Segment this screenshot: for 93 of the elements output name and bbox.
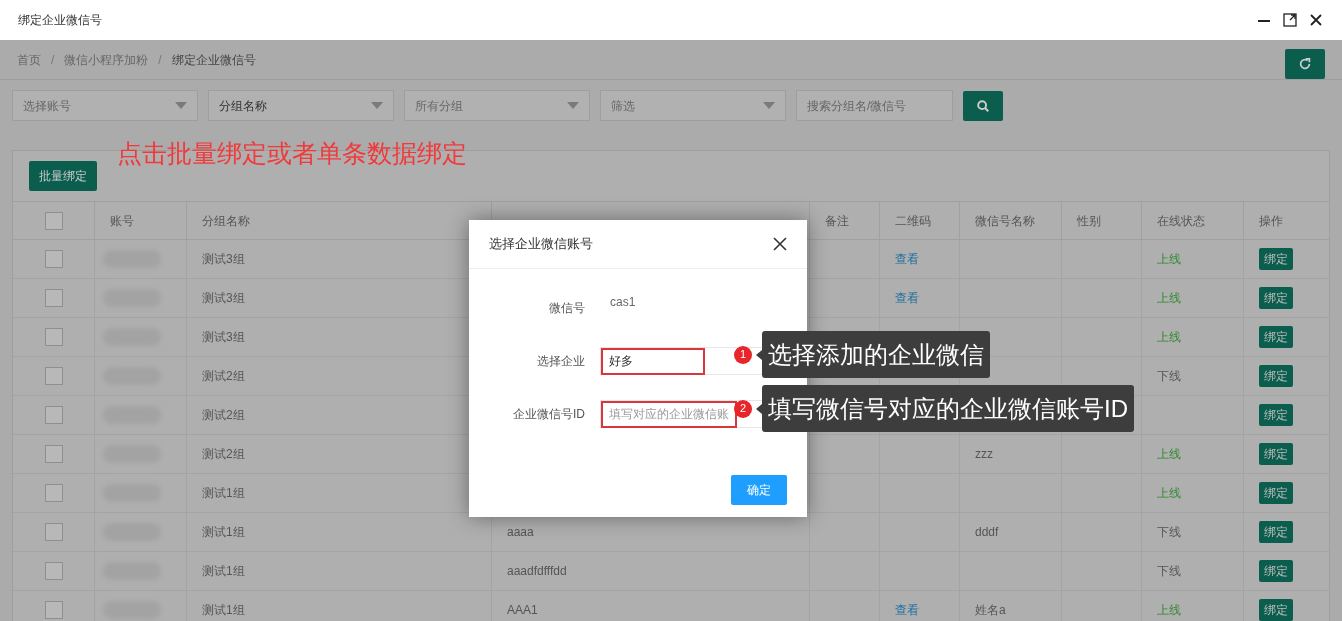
dropdown-caret-icon [763,101,775,110]
confirm-button[interactable]: 确定 [731,475,787,505]
filter-dropdown[interactable]: 筛选 [600,90,786,121]
bind-button[interactable]: 绑定 [1259,326,1293,348]
status-text: 上线 [1157,251,1181,268]
table-cell-text: 测试1组 [202,602,245,619]
bind-button[interactable]: 绑定 [1259,443,1293,465]
bind-button[interactable]: 绑定 [1259,365,1293,387]
checkbox[interactable] [44,562,63,580]
checkbox[interactable] [44,445,63,463]
pointer-icon [756,403,762,414]
instruction-annotation: 点击批量绑定或者单条数据绑定 [117,138,467,169]
column-header: 二维码 [895,212,931,230]
column-header: 操作 [1259,212,1283,230]
dropdown-caret-icon [567,101,579,110]
close-icon[interactable] [1308,12,1324,28]
view-link[interactable]: 查看 [895,289,919,307]
bind-button[interactable]: 绑定 [1259,248,1293,270]
table-cell-text: dddf [975,524,999,541]
dropdown-caret-icon [371,101,383,110]
filter-dropdown[interactable]: 所有分组 [404,90,590,121]
view-link[interactable]: 查看 [895,250,919,268]
filter-dropdown[interactable]: 选择账号 [12,90,198,121]
filter-dropdown[interactable]: 分组名称 [208,90,394,121]
search-icon [976,98,990,113]
pointer-icon [756,349,762,360]
search-button[interactable] [963,90,1003,121]
bind-button[interactable]: 绑定 [1259,599,1293,621]
close-icon[interactable] [773,237,787,251]
field-label: 微信号 [548,300,585,317]
breadcrumb-link[interactable]: 首页 [17,50,41,69]
maximize-icon[interactable] [1282,12,1298,28]
table-cell-text: 测试3组 [202,251,245,268]
column-header: 性别 [1077,212,1101,230]
checkbox[interactable] [44,601,63,619]
dropdown-caret-icon [175,101,187,110]
table-cell-text: 测试3组 [202,290,245,307]
bind-button[interactable]: 绑定 [1259,482,1293,504]
table-cell-text: 测试3组 [202,329,245,346]
checkbox[interactable] [44,289,63,307]
status-text: 下线 [1157,368,1181,385]
field-label: 企业微信号ID [512,406,585,423]
bind-button[interactable]: 绑定 [1259,404,1293,426]
checkbox[interactable] [44,406,63,424]
column-header: 微信号名称 [975,212,1035,230]
status-text: 下线 [1157,563,1181,580]
status-text: 上线 [1157,602,1181,619]
checkbox[interactable] [44,250,63,268]
search-field[interactable]: 搜索分组名/微信号 [796,90,953,121]
checkbox[interactable] [44,211,63,230]
column-header: 在线状态 [1157,212,1205,230]
breadcrumb-link[interactable]: 绑定企业微信号 [171,50,256,69]
bind-button[interactable]: 绑定 [1259,521,1293,543]
view-link[interactable]: 查看 [895,601,919,619]
breadcrumb-link[interactable]: 微信小程序加粉 [64,50,149,69]
checkbox[interactable] [44,523,63,541]
table-cell-text: aaadfdfffdd [507,563,567,580]
status-text: 上线 [1157,290,1181,307]
table-cell-text: AAA1 [507,602,538,619]
table-cell-text: zzz [975,446,993,463]
status-text: 上线 [1157,329,1181,346]
table-cell-text: 测试2组 [202,446,245,463]
checkbox[interactable] [44,484,63,502]
table-cell-text: 姓名a [975,602,1006,619]
input-field[interactable]: 填写对应的企业微信账 [601,400,737,428]
refresh-button[interactable] [1285,48,1325,79]
callout-label: 选择添加的企业微信 [762,331,990,378]
checkbox[interactable] [44,367,63,385]
status-text: 上线 [1157,485,1181,502]
table-cell-text: 测试2组 [202,407,245,424]
field-label: 选择企业 [536,353,585,370]
table-cell-text: aaaa [507,524,534,541]
breadcrumb-separator: / [158,51,162,69]
column-header: 备注 [825,212,849,230]
refresh-icon [1298,56,1312,71]
field-value: cas1 [610,294,636,311]
bind-button[interactable]: 绑定 [1259,287,1293,309]
status-text: 下线 [1157,524,1181,541]
checkbox[interactable] [44,328,63,346]
table-cell-text: 测试1组 [202,485,245,502]
bind-button[interactable]: 绑定 [1259,560,1293,582]
callout-label: 填写微信号对应的企业微信账号ID [762,385,1134,432]
status-text: 上线 [1157,446,1181,463]
table-cell-text: 测试2组 [202,368,245,385]
dialog-title: 选择企业微信账号 [489,235,593,254]
input-field[interactable]: 好多 [601,347,705,375]
window-title: 绑定企业微信号 [18,12,102,29]
table-cell-text: 测试1组 [202,524,245,541]
column-header: 账号 [110,212,134,230]
column-header: 分组名称 [202,212,250,230]
batch-bind-button[interactable]: 批量绑定 [29,161,97,191]
breadcrumb-separator: / [51,51,55,69]
table-cell-text: 测试1组 [202,563,245,580]
